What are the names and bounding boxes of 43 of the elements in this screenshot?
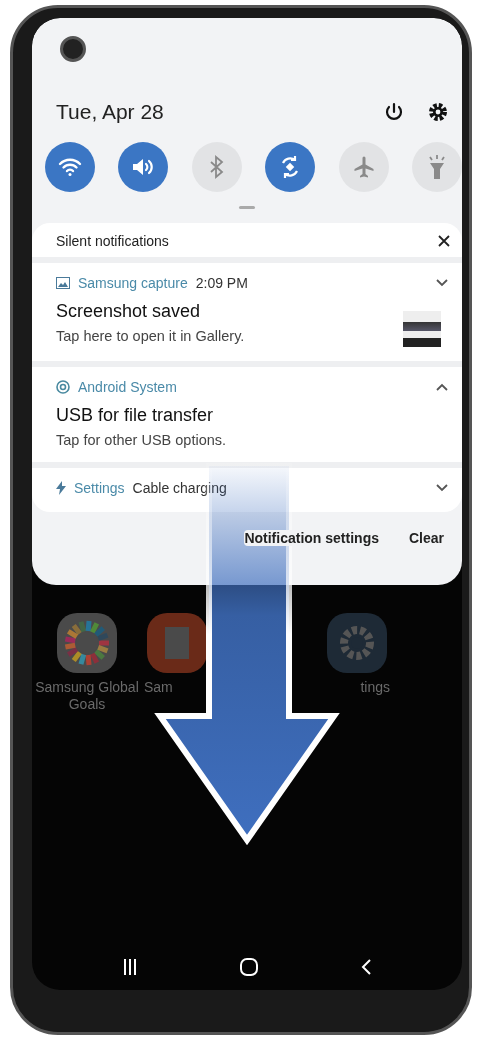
lightning-icon [56,481,66,495]
target-icon [56,380,70,394]
speaker-icon [131,157,156,177]
date-label: Tue, Apr 28 [56,100,165,124]
quick-toggle[interactable] [411,142,462,192]
notification-time: 2:09 PM [195,275,248,291]
app-icon[interactable] [327,613,387,673]
app-label: tings [360,679,391,696]
quick-toggle[interactable] [265,142,316,192]
screenshot-thumbnail[interactable] [403,311,441,347]
notification-title: Cable charging [132,480,227,496]
app-label: Samsung Global Goals [34,679,140,713]
wifi-icon [58,157,82,177]
power-icon[interactable] [384,102,404,122]
action-button[interactable]: Clear [408,530,444,546]
app-name: Android System [78,379,177,395]
action-button[interactable]: Notification settings [244,530,379,546]
home-button[interactable] [240,958,258,976]
chevron-icon[interactable] [436,279,448,287]
notification-text: Tap for other USB options. [56,432,228,448]
app-name: Settings [74,480,125,496]
notification-text: Tap here to open it in Gallery. [56,328,246,344]
quick-toggle[interactable] [191,142,242,192]
settings-icon[interactable] [428,102,448,122]
quick-toggle[interactable] [45,142,95,192]
quick-toggle[interactable] [338,142,389,192]
recents-button[interactable] [123,959,138,975]
image-icon [56,277,70,289]
app-label: Sam [143,679,173,696]
flashlight-icon [426,154,447,180]
chevron-icon[interactable] [436,383,448,391]
section-header: Silent notifications [56,233,170,249]
chevron-icon[interactable] [436,484,448,492]
app-name: Samsung capture [78,275,188,291]
notification-title: USB for file transfer [56,405,215,426]
back-button[interactable] [360,959,371,975]
notification-title: Screenshot saved [56,301,202,322]
close-icon[interactable] [438,235,450,247]
bluetooth-icon [209,155,224,179]
drag-handle[interactable] [239,206,255,209]
camera-icon [60,36,86,62]
quick-toggle[interactable] [118,142,169,192]
app-icon[interactable] [57,613,117,673]
